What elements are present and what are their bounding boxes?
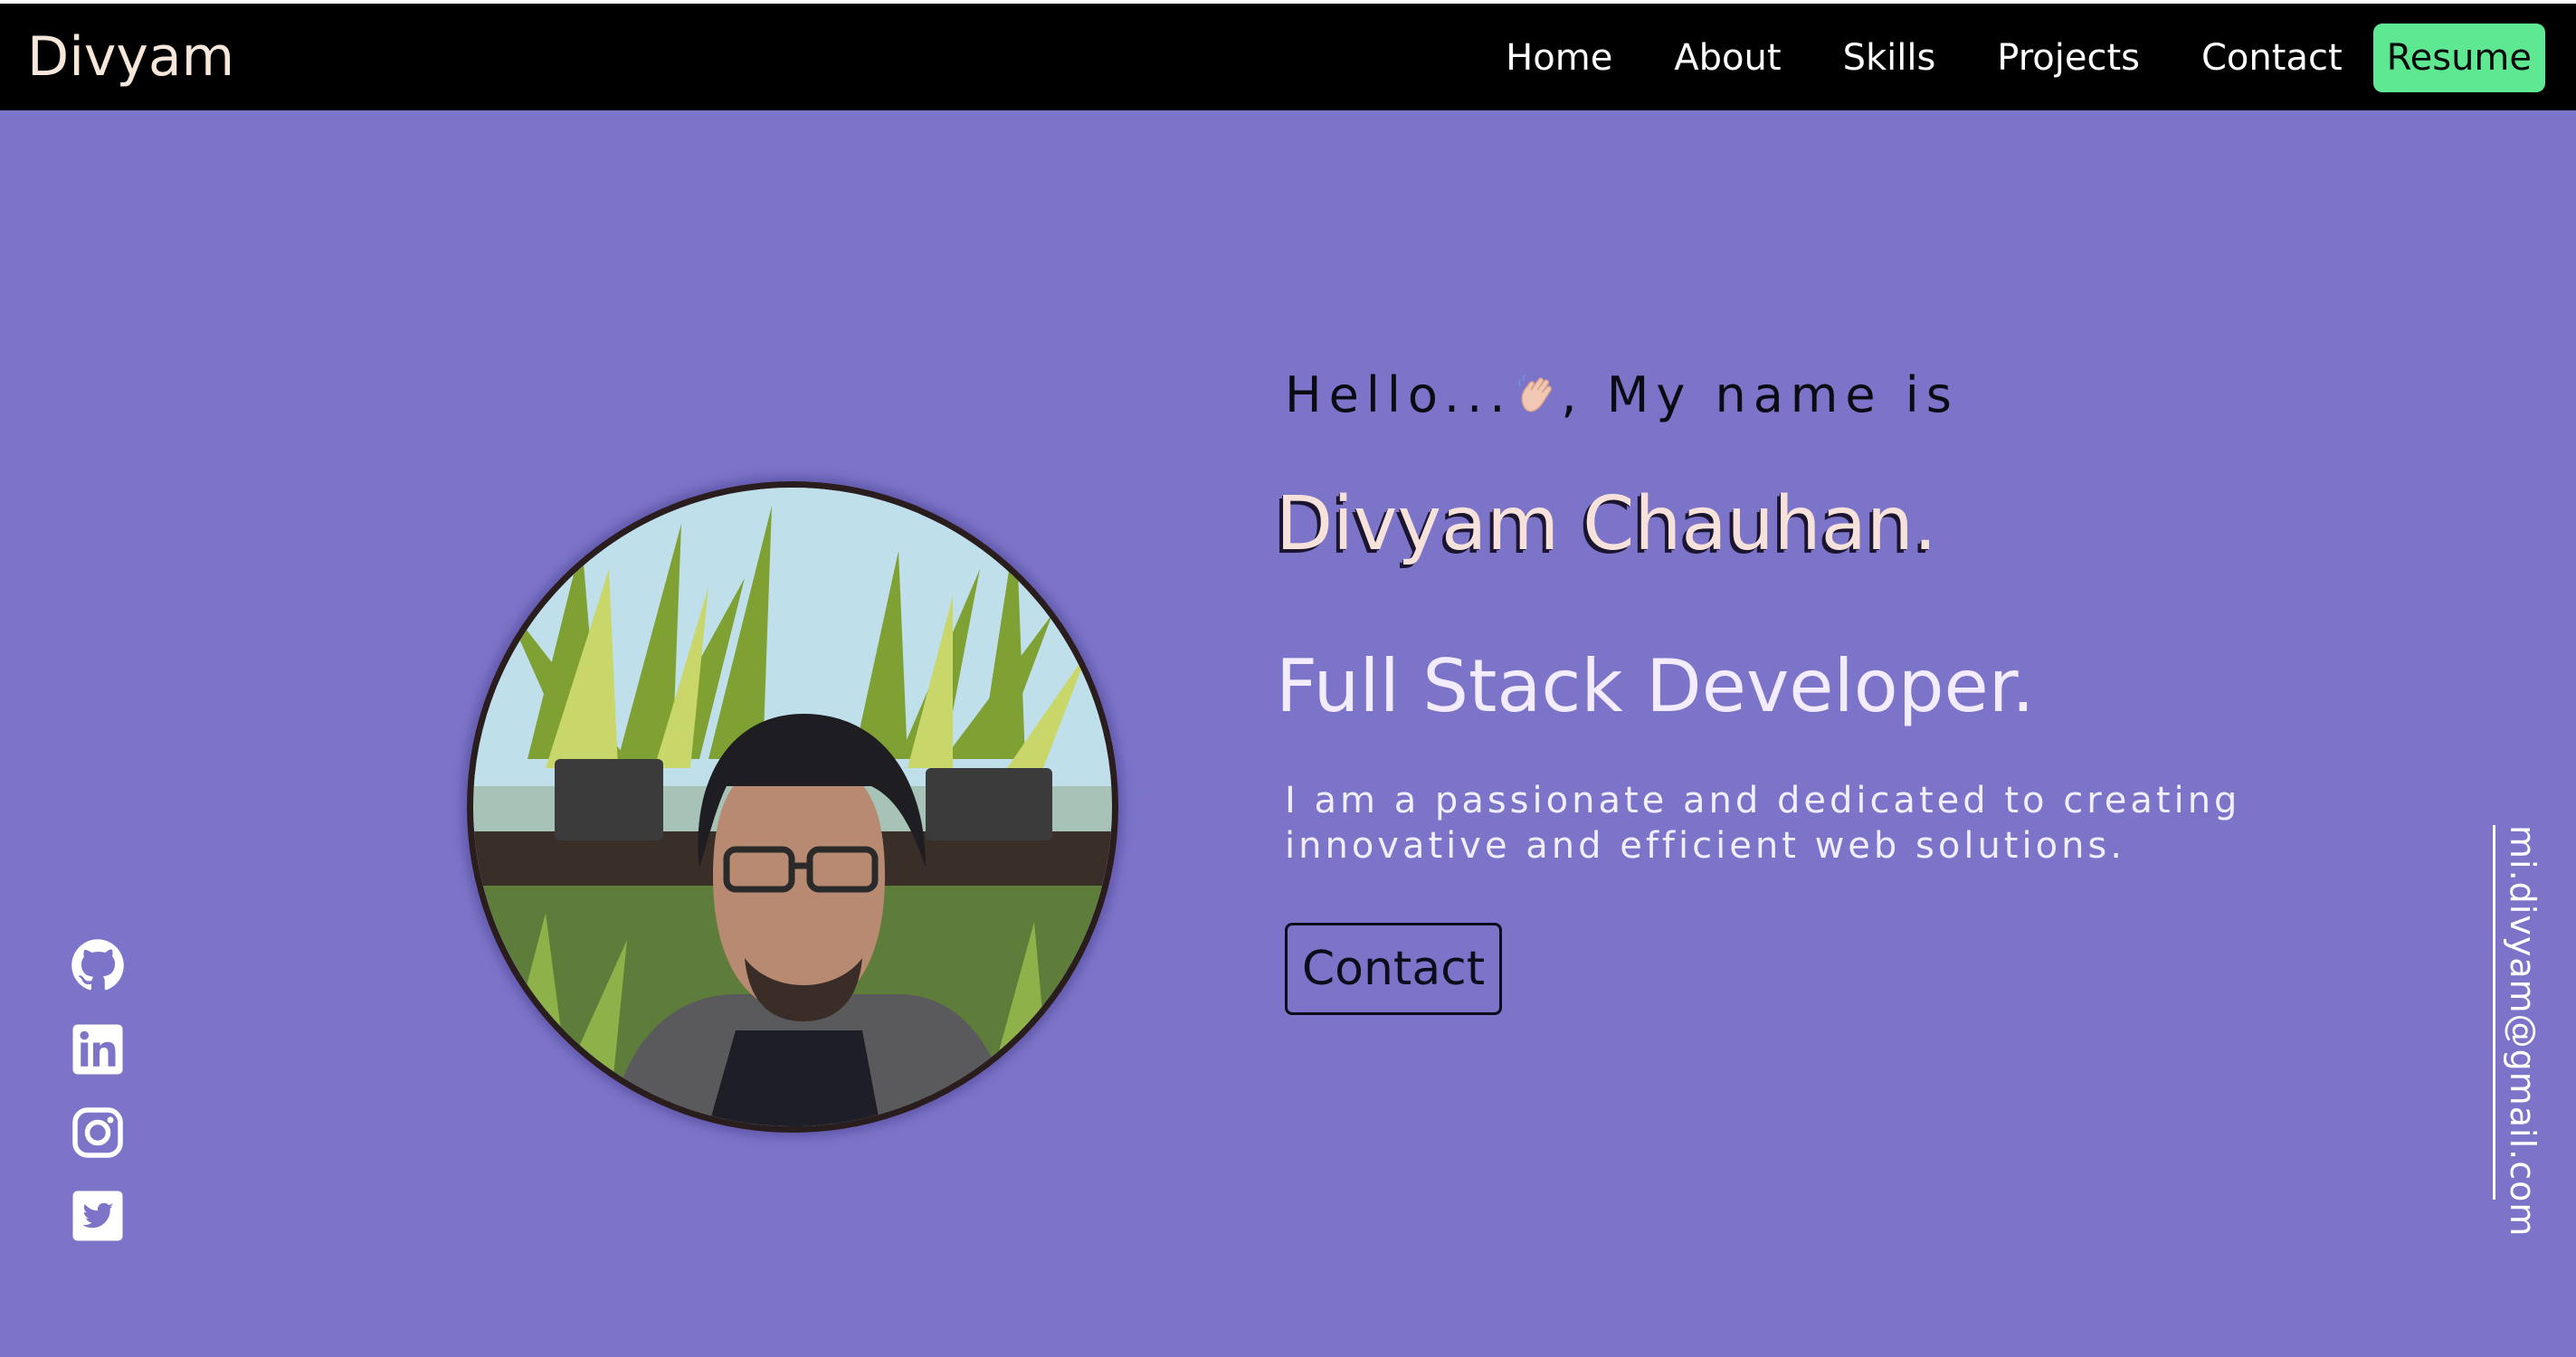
brand-logo[interactable]: Divyam xyxy=(27,24,234,90)
email-link[interactable]: mi.divyam@gmail.com xyxy=(2503,825,2543,1237)
email-sidebar: mi.divyam@gmail.com xyxy=(2493,825,2547,1237)
waving-hand-icon xyxy=(1516,370,1557,413)
hero-description: I am a passionate and dedicated to creat… xyxy=(1285,778,2371,868)
nav-link-projects[interactable]: Projects xyxy=(1997,24,2140,92)
nav-link-about[interactable]: About xyxy=(1674,24,1781,92)
navbar: Divyam Home About Skills Projects Contac… xyxy=(0,4,2576,110)
hero-role: Full Stack Developer. xyxy=(1276,644,2035,728)
description-line-2: innovative and efficient web solutions. xyxy=(1285,825,2125,867)
nav-link-contact[interactable]: Contact xyxy=(2201,24,2343,92)
greeting-after: , My name is xyxy=(1561,366,1959,423)
twitter-icon[interactable] xyxy=(71,1189,125,1243)
profile-photo xyxy=(467,481,1118,1133)
nav-link-home[interactable]: Home xyxy=(1506,24,1612,92)
greeting-line: Hello... , My name is xyxy=(1285,366,1959,423)
instagram-icon[interactable] xyxy=(71,1106,125,1160)
hero-name: Divyam Chauhan. xyxy=(1276,481,1937,567)
nav-link-skills[interactable]: Skills xyxy=(1843,24,1936,92)
profile-photo-illustration xyxy=(473,488,1112,1126)
contact-button[interactable]: Contact xyxy=(1285,923,1502,1015)
resume-button[interactable]: Resume xyxy=(2372,24,2545,92)
linkedin-icon[interactable] xyxy=(71,1022,125,1077)
github-icon[interactable] xyxy=(71,938,125,992)
description-line-1: I am a passionate and dedicated to creat… xyxy=(1285,780,2241,821)
greeting-before: Hello... xyxy=(1285,366,1513,423)
nav-links: Home About Skills Projects Contact Resum… xyxy=(1444,24,2545,92)
